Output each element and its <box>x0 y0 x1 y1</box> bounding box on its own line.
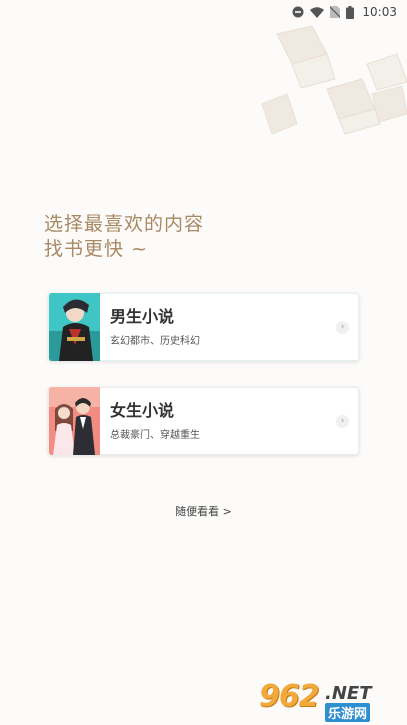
no-sim-icon <box>330 6 341 18</box>
watermark-cn: 乐游网 <box>325 703 371 722</box>
clock-time: 10:03 <box>362 5 397 19</box>
female-novels-card[interactable]: 女生小说 总裁豪门、穿越重生 › <box>48 387 359 455</box>
browse-randomly-link[interactable]: 随便看看 > <box>0 503 407 519</box>
wifi-icon <box>310 6 325 18</box>
do-not-disturb-icon <box>292 6 304 18</box>
status-bar: 10:03 <box>0 0 407 24</box>
site-watermark-logo: 962 .NET 乐游网 <box>259 679 399 722</box>
watermark-brand: 962 <box>259 679 320 714</box>
watermark-suffix: .NET <box>325 683 372 704</box>
headline-line-2: 找书更快 ~ <box>44 238 148 260</box>
headline: 选择最喜欢的内容 找书更快 ~ <box>44 212 204 262</box>
female-card-title: 女生小说 <box>110 400 175 420</box>
male-card-subtitle: 玄幻都市、历史科幻 <box>110 335 200 347</box>
chevron-right-icon: › <box>336 414 349 428</box>
female-cover-image <box>49 387 100 455</box>
male-card-title: 男生小说 <box>110 306 175 326</box>
headline-line-1: 选择最喜欢的内容 <box>44 213 205 235</box>
male-novels-card[interactable]: 男生小说 玄幻都市、历史科幻 › <box>48 293 359 361</box>
male-cover-image <box>49 293 100 361</box>
battery-icon <box>346 5 355 19</box>
female-card-subtitle: 总裁豪门、穿越重生 <box>110 429 200 441</box>
flying-books-decoration <box>261 25 407 135</box>
chevron-right-icon: › <box>336 320 349 334</box>
